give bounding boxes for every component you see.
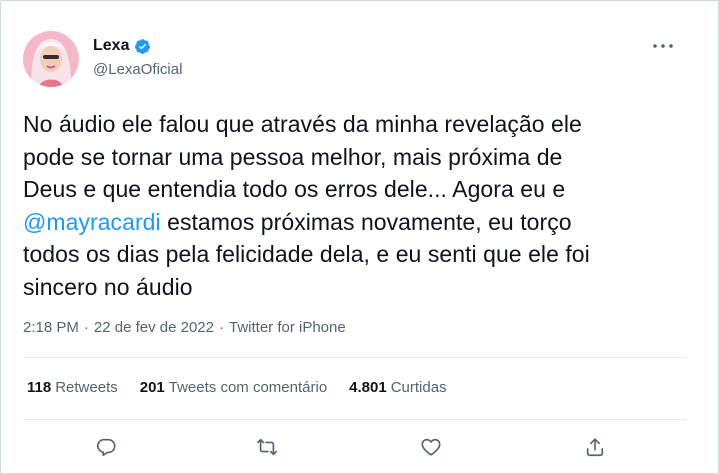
author-name-row[interactable]: Lexa (93, 37, 151, 55)
reply-button[interactable] (92, 433, 120, 461)
tweet-line: @mayracardi estamos próximas novamente, … (23, 206, 683, 239)
divider (23, 419, 686, 420)
share-icon (586, 438, 604, 457)
tweet-line-rest: estamos próximas novamente, eu torço (160, 208, 572, 235)
share-button[interactable] (581, 433, 609, 461)
avatar[interactable] (23, 31, 79, 87)
retweet-button[interactable] (253, 433, 281, 461)
quote-tweets-count: 201 (139, 379, 165, 396)
mention-link[interactable]: @mayracardi (23, 209, 161, 235)
tweet-metadata: 2:18 PM · 22 de fev de 2022 · Twitter fo… (23, 319, 346, 336)
divider (23, 357, 686, 358)
quote-tweets-stat[interactable]: 201 Tweets com comentário (140, 379, 327, 396)
retweets-label: Retweets (55, 379, 118, 396)
retweet-icon (257, 438, 277, 456)
meta-separator: · (218, 319, 224, 336)
tweet-text: No áudio ele falou que através da minha … (23, 108, 683, 303)
retweets-stat[interactable]: 118 Retweets (27, 379, 118, 396)
tweet-source-link[interactable]: Twitter for iPhone (229, 319, 346, 336)
tweet-date[interactable]: 22 de fev de 2022 (94, 319, 214, 336)
author-display-name[interactable]: Lexa (93, 37, 129, 55)
tweet-line: pode se tornar uma pessoa melhor, mais p… (23, 143, 563, 170)
author-handle[interactable]: @LexaOficial (93, 61, 182, 78)
more-dots-icon (653, 44, 673, 48)
tweet-line: sincero no áudio (23, 273, 193, 300)
tweet-line: No áudio ele falou que através da minha … (23, 111, 582, 137)
retweets-count: 118 (27, 379, 52, 396)
reply-icon (96, 438, 116, 457)
tweet-line: Deus e que entendia todo os erros dele..… (23, 176, 566, 202)
tweet-card: Lexa @LexaOficial No áudio ele falou que… (0, 0, 719, 474)
meta-separator: · (83, 319, 89, 336)
verified-badge-icon (135, 38, 151, 54)
like-icon (421, 438, 441, 456)
avatar-image (23, 31, 79, 87)
tweet-actions-bar (1, 427, 719, 467)
like-button[interactable] (417, 433, 445, 461)
more-options-button[interactable] (650, 36, 676, 56)
likes-label: Curtidas (390, 379, 447, 396)
likes-count: 4.801 (349, 379, 387, 396)
tweet-line: todos os dias pela felicidade dela, e eu… (23, 241, 590, 267)
tweet-time[interactable]: 2:18 PM (23, 319, 79, 336)
quote-tweets-label: Tweets com comentário (168, 379, 328, 396)
likes-stat[interactable]: 4.801 Curtidas (349, 379, 446, 396)
tweet-stats: 118 Retweets 201 Tweets com comentário 4… (27, 379, 469, 396)
